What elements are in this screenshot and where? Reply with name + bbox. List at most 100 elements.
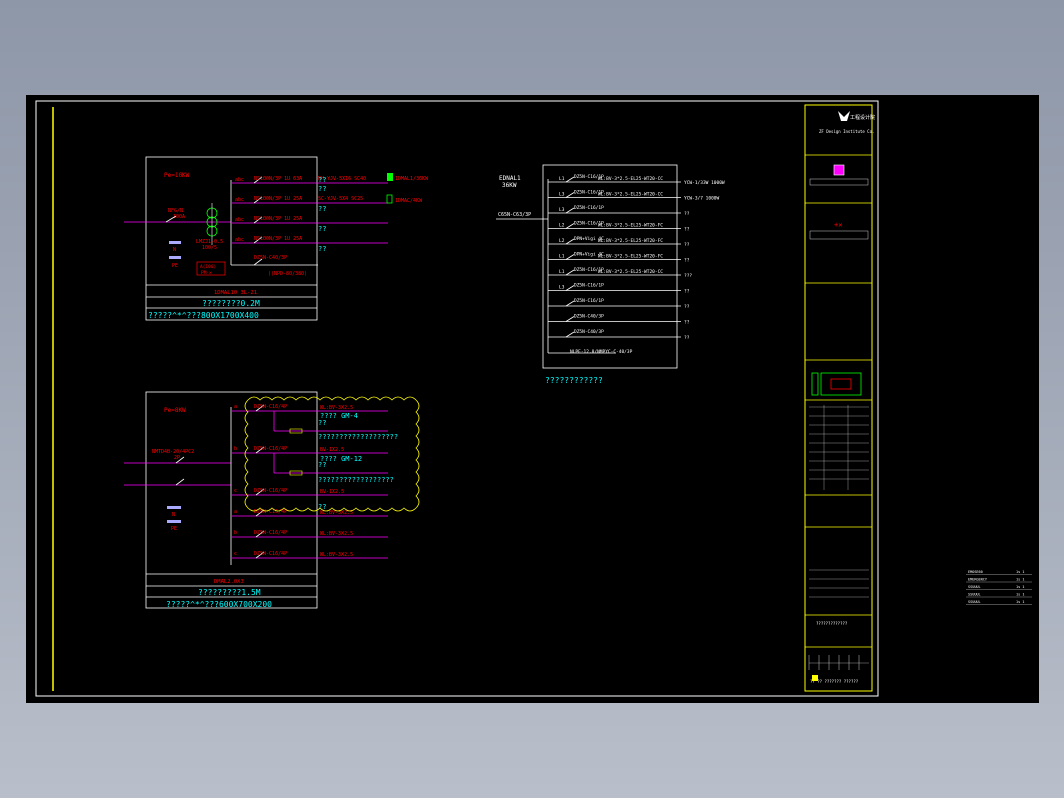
p1-qq-label: ??	[318, 185, 326, 193]
p1-phase-label: abc	[235, 217, 244, 223]
p3-cable-label: WL:BV-3*2.5-EL25-WT20-FC	[598, 238, 663, 244]
p3-phase-label: L1	[559, 254, 565, 260]
gm2-label: ???? GM-12	[320, 455, 362, 463]
dest1-marker	[387, 173, 393, 181]
panel-2-n-label: N	[172, 512, 175, 518]
qline1: ???????????????????	[318, 433, 398, 441]
p3-end-label: ??	[684, 211, 690, 217]
p1-phase-label: abc	[235, 237, 244, 243]
p3-end-label: YCW-1/33W 1000W	[684, 180, 725, 186]
p3-end-label: ??	[684, 227, 690, 233]
panel-3-incoming: C65N-C63/3P	[498, 212, 531, 218]
p1-qq-label: ??	[318, 225, 326, 233]
p3-end-label: ??	[684, 320, 690, 326]
p3-cable-label: WL:BV-3*2.5-EL25-WT20-CC	[598, 269, 663, 275]
panel-2-box	[145, 391, 318, 609]
side-table-name: SSUUUL	[968, 593, 981, 597]
logo-text: 工程设计院	[850, 114, 875, 121]
panel-3-schematic: EDNAL1 36KW C65N-C63/3P L1 DZ5N-C16/1P WL:B…	[496, 164, 725, 385]
p1-breaker-label: NS100N/3P 1U 63A	[254, 176, 302, 182]
p3-breaker-label: DZ5N-C16/1P	[574, 205, 604, 211]
p3-breaker-label: DZ5N-C16/1P	[574, 298, 604, 304]
panel-3-title: EDNAL1 36KW	[499, 175, 521, 189]
title-block-grid	[808, 405, 869, 670]
p3-end-label: YCW-3/7 1000W	[684, 196, 720, 202]
company-name: ZF Design Institute Co.	[819, 129, 874, 134]
p3-phase-label: L3	[559, 192, 565, 198]
panel-1-power: Pe=10KW	[164, 172, 190, 179]
p3-cable-label: WL:BV-3*2.5-EL25-WT20-CC	[598, 192, 663, 198]
company-logo: 工程设计院 ZF Design Institute Co.	[819, 111, 875, 134]
dest2-marker	[386, 194, 393, 204]
p3-phase-label: L3	[559, 285, 565, 291]
pe-bar	[169, 256, 181, 259]
p3-end-label: ??	[684, 242, 690, 248]
side-table-value: 1s 1	[1016, 593, 1024, 597]
side-table-value: 1s 1	[1016, 600, 1024, 604]
panel-1-ct-label: LMZJ1-0.5 100/5	[196, 239, 223, 251]
p2-breaker-label: DZ5N-C16/4P	[254, 551, 287, 557]
dest1-label: 1DMAL1/36KW	[395, 176, 429, 182]
title-block: 工程设计院 ZF Design Institute Co. +✕ ???????…	[804, 104, 875, 692]
panel-2-pe-label: PE	[171, 526, 177, 532]
p2-breaker-label: DZ5N-C16/4P	[254, 404, 287, 410]
panel-2-power: Pe=8KW	[164, 407, 186, 414]
gm1-label: ???? GM-4	[320, 412, 358, 420]
p3-phase-label: L1	[559, 269, 565, 275]
panel-2-schematic: Pe=8KW NMTD4B-20/4PC2 2P N PE a DZ5N-C16/4…	[124, 391, 420, 609]
panel-1-n-label: N	[173, 247, 176, 253]
p2-breaker-label: DZ5N-C16/4P	[254, 488, 287, 494]
p3-phase-label: L2	[559, 238, 565, 244]
p3-phase-label: L3	[559, 207, 565, 213]
p3-end-label: ??	[684, 258, 690, 264]
p3-cable-label: WL:BV-3*2.5-EL25-WT20-FC	[598, 254, 663, 260]
panel-3-spd: NLPE-12.8/NMPYC-C-40/3P	[570, 349, 633, 355]
qline2: ??????????????????	[318, 476, 394, 484]
p2-phase-label: c	[234, 488, 237, 494]
drawing-frame	[35, 100, 879, 697]
panel-3-outgoing-circuits: L1 DZ5N-C16/1P WL:BV-3*2.5-EL25-WT20-CC YCW…	[548, 174, 725, 354]
p3-end-label: ??	[684, 335, 690, 341]
p2-cable-label: WL:BV-3X2.5	[320, 531, 353, 537]
panel-1-box-title: 1DMAL10 3L-21	[214, 290, 257, 296]
side-table-name: SSUUUL	[968, 600, 981, 604]
p2-cable-label: BV-1X2.5	[320, 447, 344, 453]
panel-1-pe-label: PE	[172, 263, 178, 269]
panel-3-caption: ????????????	[545, 376, 603, 385]
p2-cable-label: BV-1X2.5	[320, 489, 344, 495]
p2-cable-label: WL:BV-3X2.5	[320, 405, 353, 411]
project-name: ?????????????	[816, 621, 848, 626]
panel-1-breaker: NFG/N 100A	[168, 208, 185, 220]
n-bar	[169, 241, 181, 244]
seal-mark: +✕	[834, 221, 842, 229]
p2-breaker-label: DZ5N-C16/4P	[254, 446, 287, 452]
panel-1-box-size: ????????0.2M	[202, 299, 260, 308]
p2-phase-label: a	[234, 404, 237, 410]
panel-2-box-size: ?????????1.5M	[198, 588, 261, 597]
cad-viewport[interactable]: Pe=10KW NFG/N 100A LMZJ1-0.5 100/5 A(100) P…	[26, 95, 1039, 703]
panel-2-box-title: DMAL2.0X3	[214, 579, 244, 585]
p2-cable-label: WL:BV-3X2.5	[320, 552, 353, 558]
panel-1-right-qq: ??	[318, 176, 326, 184]
p3-cable-label: WL:BV-3*2.5-EL25-WT20-CC	[598, 176, 663, 182]
panel-2-box-dims: ?????^*^???600X700X200	[166, 600, 272, 609]
p2-qq-label: ??	[318, 419, 326, 427]
p1-cable-label: SC-YJV-5X4 SC25	[318, 196, 363, 202]
side-table-value: 1s 1	[1016, 570, 1024, 574]
panel-1-box-dims: ?????^*^???800X1700X400	[148, 311, 259, 320]
p1-spd-label: DZ5N-C40/3P	[254, 255, 287, 261]
cad-drawing-canvas[interactable]: Pe=10KW NFG/N 100A LMZJ1-0.5 100/5 A(100) P…	[26, 95, 1039, 703]
dest2-label: 1DMAC/4KW	[395, 198, 423, 204]
p1-breaker-label: NS100N/3P 1U 25A	[254, 196, 302, 202]
p1-qq-label: ??	[318, 245, 326, 253]
p1-phase-label: abc	[235, 197, 244, 203]
keyplan-2	[820, 372, 862, 396]
side-table: EMOSE60 1s 1 EMERGENCY 1s 1 SSUUUL 1s 1 SSUUUL…	[966, 570, 1032, 605]
p2-phase-label: b	[234, 530, 237, 536]
p2-breaker-label: DZ5N-C16/4P	[254, 530, 287, 536]
p3-breaker-label: DZ5N-C40/3P	[574, 329, 604, 335]
side-table-value: 1s 1	[1016, 578, 1024, 582]
p3-end-label: ??	[684, 289, 690, 295]
panel-1-outgoing-circuits: abc NS100N/3P 1U 63A NH-YJV-5X16 SC40??abc…	[231, 176, 388, 277]
p3-phase-label: L2	[559, 223, 565, 229]
